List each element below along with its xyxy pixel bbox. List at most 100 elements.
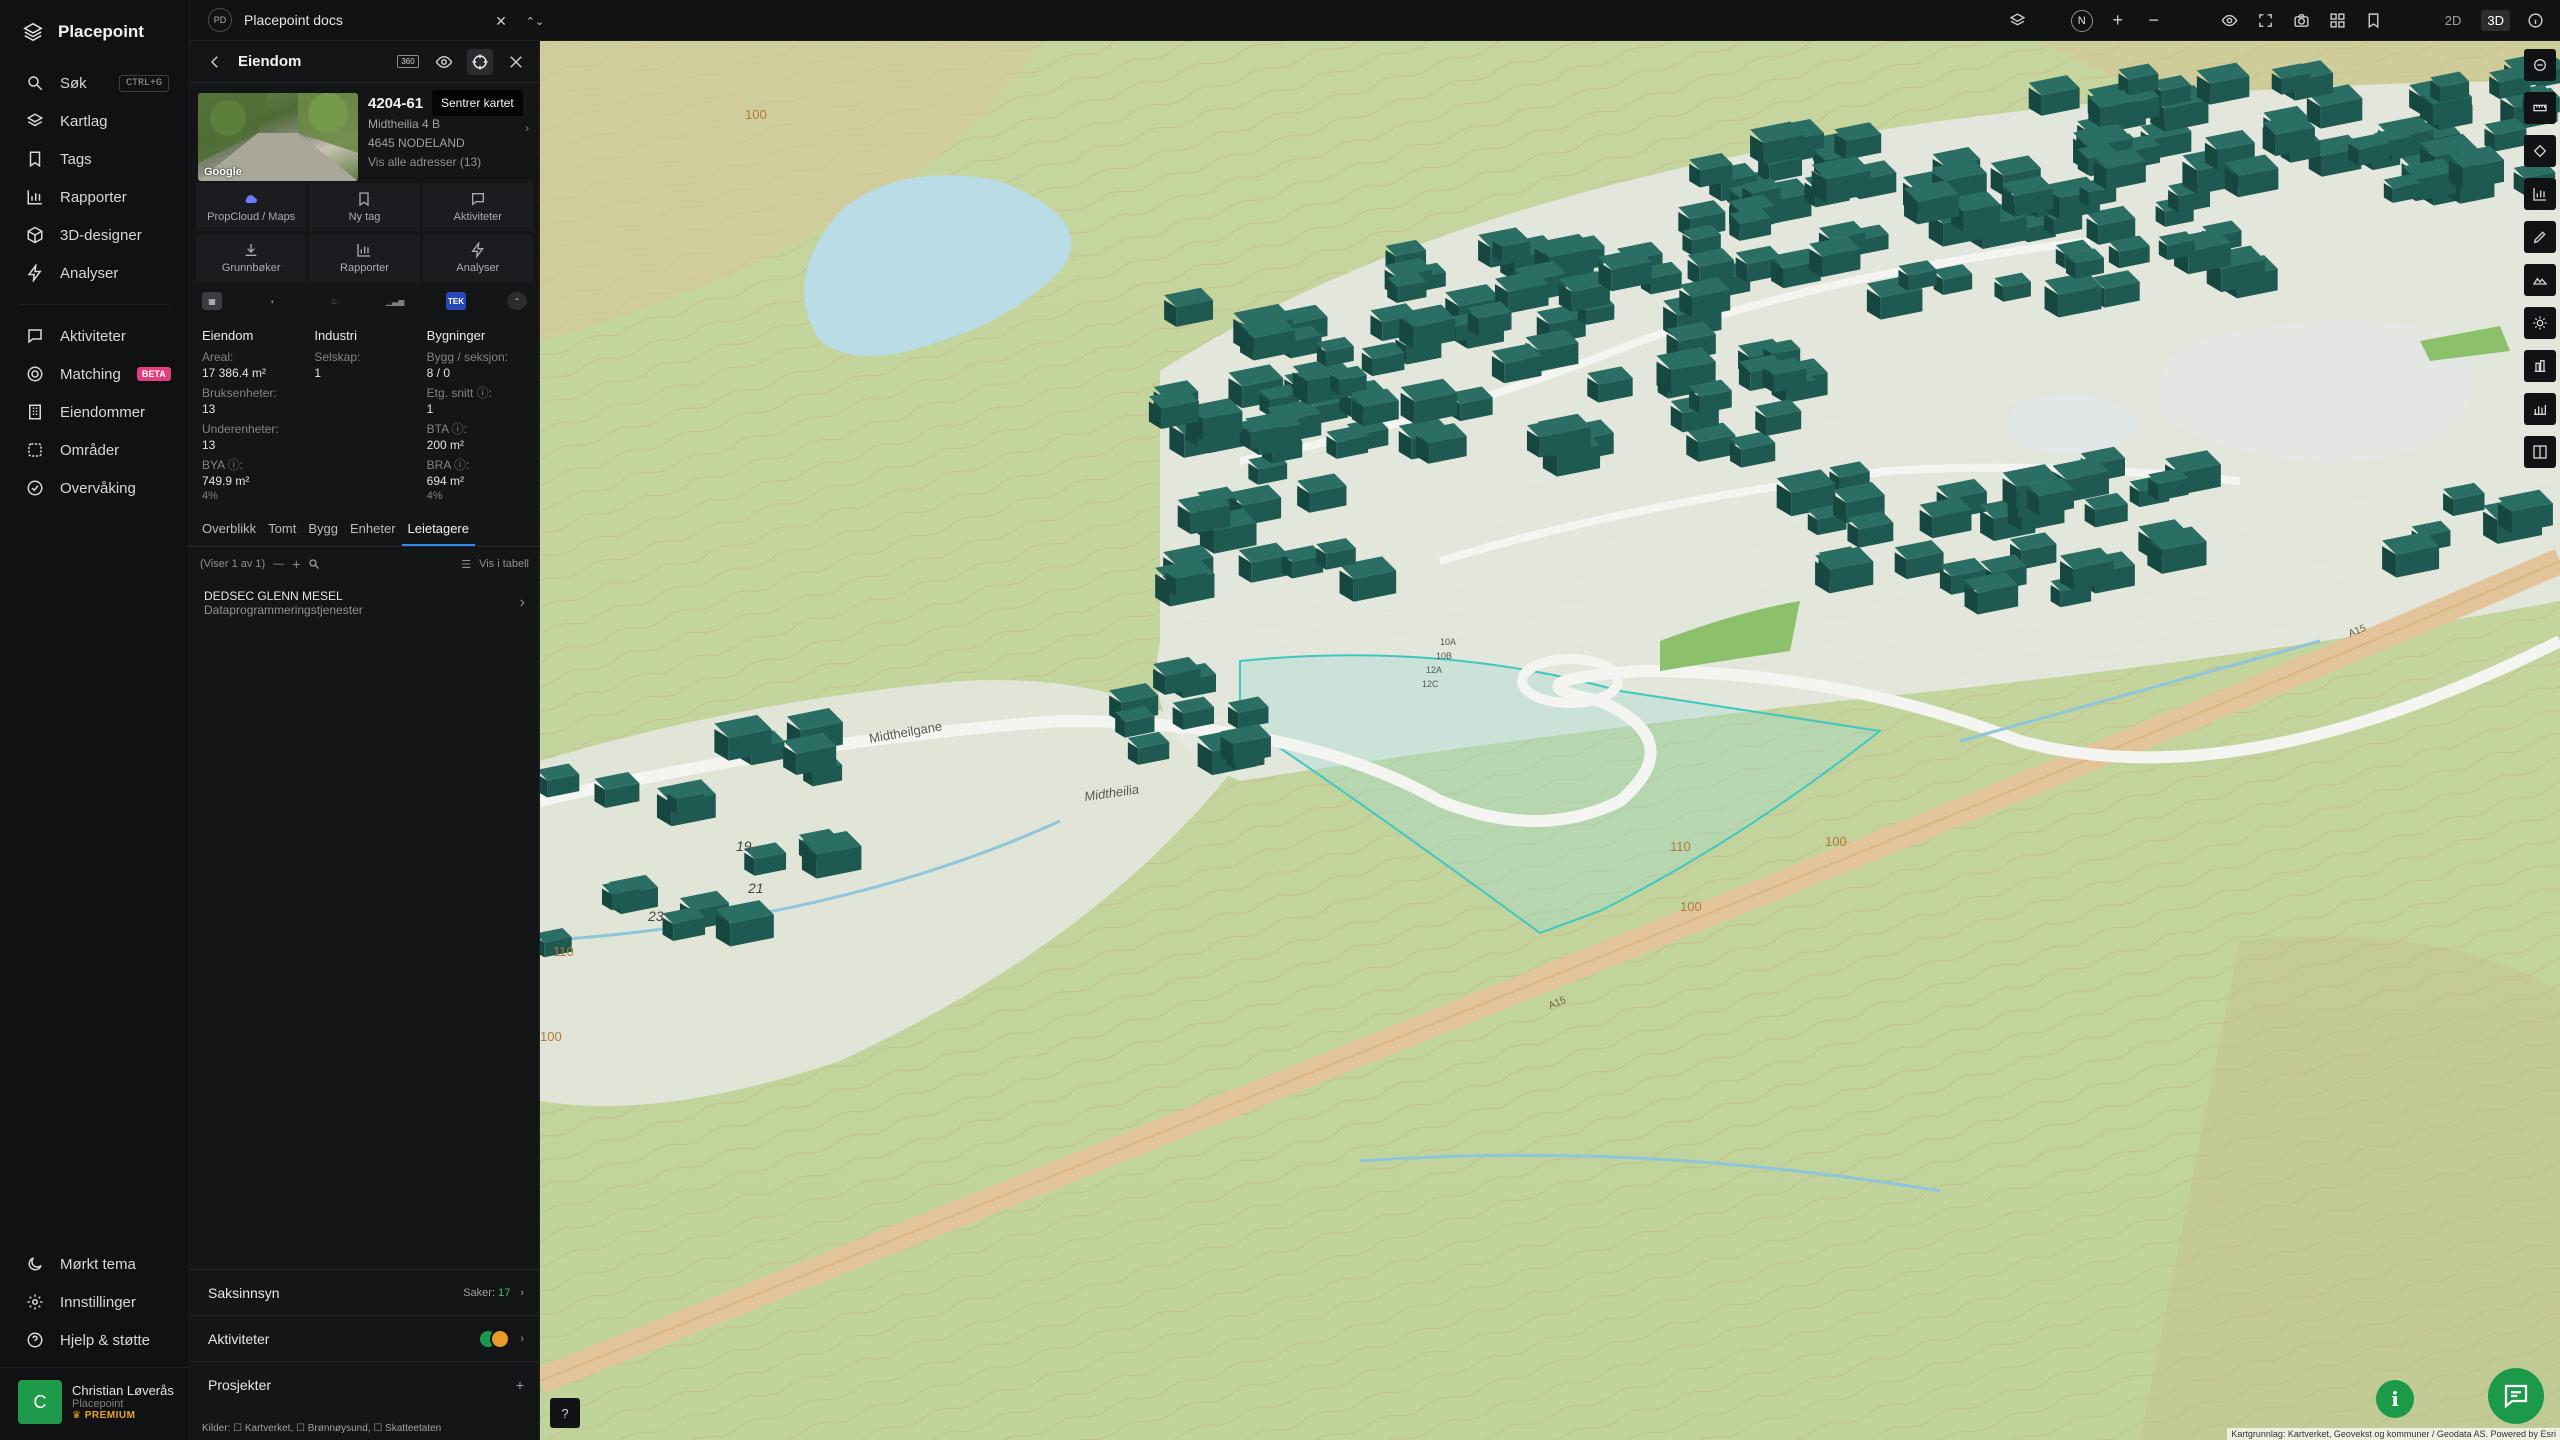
terrain-3d-map[interactable]: Midtheilia Midtheilgane A15 A15 100 100 …: [540, 41, 2560, 1440]
sun-icon[interactable]: [2524, 307, 2556, 339]
street-photo[interactable]: Google: [198, 93, 358, 181]
tab-leietagere[interactable]: Leietagere: [401, 513, 475, 546]
layers-3d-icon[interactable]: [2007, 10, 2029, 32]
building[interactable]: [1809, 236, 1861, 278]
list-item[interactable]: DEDSEC GLENN MESEL Dataprogrammeringstje…: [190, 581, 539, 625]
building[interactable]: [1165, 562, 1208, 596]
close-icon[interactable]: [503, 49, 529, 75]
building[interactable]: [1904, 180, 1960, 225]
camera-icon[interactable]: [2291, 10, 2313, 32]
building[interactable]: [1148, 388, 1199, 429]
nav-item-search[interactable]: Søk CTRL+G: [0, 64, 189, 102]
building[interactable]: [662, 906, 706, 942]
nav-item-matching[interactable]: Matching BETA: [0, 355, 189, 393]
collapse-icon[interactable]: —: [273, 558, 284, 570]
zoom-out-icon[interactable]: −: [2143, 10, 2165, 32]
grid-icon[interactable]: [2327, 10, 2349, 32]
zoom-in-icon[interactable]: +: [2107, 10, 2129, 32]
close-icon[interactable]: ✕: [490, 10, 512, 32]
eye-icon[interactable]: [2219, 10, 2241, 32]
accordion-saksinnsyn[interactable]: Saksinnsyn Saker: 17 ›: [190, 1269, 540, 1315]
search-icon[interactable]: [308, 558, 320, 570]
energy-icon[interactable]: ▁▃▅: [385, 292, 405, 310]
nav-item-help[interactable]: Hjelp & støtte: [0, 1321, 190, 1359]
building[interactable]: [1326, 425, 1369, 459]
nav-item-kartlag[interactable]: Kartlag: [0, 102, 189, 140]
nav-item-eiendommer[interactable]: Eiendommer: [0, 393, 189, 431]
nav-item-tags[interactable]: Tags: [0, 140, 189, 178]
map-help-icon[interactable]: ?: [550, 1398, 580, 1428]
chart-icon[interactable]: [2524, 178, 2556, 210]
reports-button[interactable]: Rapporter: [309, 234, 420, 282]
draw-icon[interactable]: [2524, 221, 2556, 253]
compass-button[interactable]: N: [2070, 9, 2093, 32]
add-icon[interactable]: +: [292, 556, 300, 572]
view-2d-button[interactable]: 2D: [2439, 10, 2468, 31]
grunnboker-button[interactable]: Grunnbøker: [196, 234, 307, 282]
accordion-prosjekter[interactable]: Prosjekter +: [190, 1361, 540, 1407]
add-project-icon[interactable]: +: [516, 1377, 524, 1393]
globe-icon[interactable]: ◐: [263, 292, 283, 310]
ruler-icon[interactable]: [2524, 92, 2556, 124]
nav-item-settings[interactable]: Innstillinger: [0, 1283, 190, 1321]
info-icon[interactable]: [2524, 10, 2546, 32]
building[interactable]: [1689, 379, 1732, 414]
info-icon[interactable]: i: [2376, 1380, 2414, 1418]
tab-tomt[interactable]: Tomt: [262, 513, 302, 546]
building[interactable]: [1834, 122, 1882, 160]
building[interactable]: [1172, 696, 1215, 730]
building[interactable]: [1240, 316, 1296, 361]
user-profile[interactable]: C Christian Løverås Placepoint ♛ PREMIUM: [0, 1367, 190, 1440]
building[interactable]: [602, 878, 642, 911]
fullscreen-icon[interactable]: [2255, 10, 2277, 32]
area-measure-icon[interactable]: [2524, 135, 2556, 167]
back-icon[interactable]: [202, 49, 228, 75]
more-icon[interactable]: ⌃: [507, 292, 527, 310]
building[interactable]: [1153, 656, 1201, 695]
expand-icon[interactable]: ⌃⌄: [524, 10, 546, 32]
building-height-icon[interactable]: [2524, 350, 2556, 382]
building[interactable]: [1994, 272, 2031, 302]
elevation-profile-icon[interactable]: [2524, 264, 2556, 296]
brand[interactable]: Placepoint: [0, 0, 189, 64]
tab-overblikk[interactable]: Overblikk: [196, 513, 262, 546]
view-3d-button[interactable]: 3D: [2481, 10, 2510, 31]
building[interactable]: [1919, 496, 1972, 539]
map-view[interactable]: Midtheilia Midtheilgane A15 A15 100 100 …: [540, 41, 2560, 1440]
activities-button[interactable]: Aktiviteter: [422, 183, 533, 231]
nav-item-aktiviteter[interactable]: Aktiviteter: [0, 317, 189, 355]
nav-item-dark-theme[interactable]: Mørkt tema: [0, 1245, 190, 1283]
bookmark-icon[interactable]: [2363, 10, 2385, 32]
compare-icon[interactable]: [2524, 436, 2556, 468]
nav-item-rapporter[interactable]: Rapporter: [0, 178, 189, 216]
street-view-360-button[interactable]: 360: [395, 49, 421, 75]
document-selector[interactable]: PD Placepoint docs: [208, 8, 343, 32]
tab-enheter[interactable]: Enheter: [344, 513, 402, 546]
all-addresses-link[interactable]: Vis alle adresser (13): [368, 153, 531, 172]
nav-item-analyser[interactable]: Analyser: [0, 254, 189, 292]
building[interactable]: [1898, 260, 1937, 291]
table-toggle[interactable]: Vis i tabell: [479, 558, 529, 570]
factory-icon[interactable]: ♨: [324, 292, 344, 310]
chat-support-icon[interactable]: [2488, 1368, 2544, 1424]
propcloud-button[interactable]: PropCloud / Maps: [196, 183, 307, 231]
register-icon[interactable]: ▦: [202, 292, 222, 310]
new-tag-button[interactable]: Ny tag: [309, 183, 420, 231]
nav-item-overvaking[interactable]: Overvåking: [0, 469, 189, 507]
analyses-button[interactable]: Analyser: [422, 234, 533, 282]
building[interactable]: [1587, 366, 1633, 403]
chevron-right-icon[interactable]: ›: [525, 119, 529, 138]
tab-bygg[interactable]: Bygg: [302, 513, 344, 546]
nav-item-omrader[interactable]: Områder: [0, 431, 189, 469]
tek-badge[interactable]: TEK: [446, 292, 466, 310]
eye-icon[interactable]: [431, 49, 457, 75]
building[interactable]: [1351, 388, 1399, 427]
building[interactable]: [1127, 731, 1170, 765]
accordion-aktiviteter[interactable]: Aktiviteter ›: [190, 1315, 540, 1361]
building[interactable]: [1679, 277, 1731, 318]
center-map-icon[interactable]: [467, 48, 493, 75]
building[interactable]: [783, 732, 837, 776]
building[interactable]: [1811, 155, 1871, 203]
slope-icon[interactable]: [2524, 393, 2556, 425]
building[interactable]: [1847, 511, 1894, 548]
